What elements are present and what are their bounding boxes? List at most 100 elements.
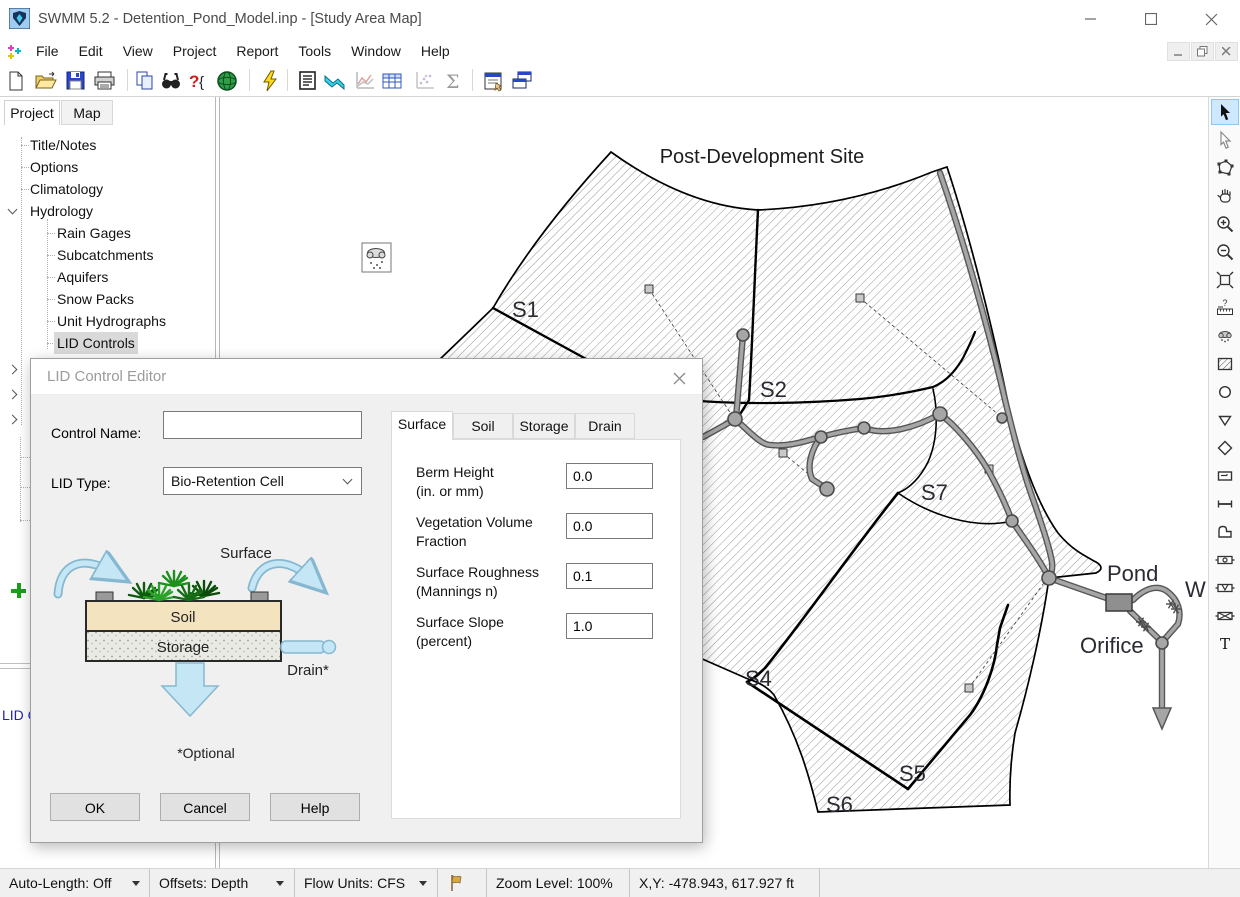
offsets-selector[interactable]: Offsets: Depth	[150, 869, 295, 897]
add-orifice-tool[interactable]	[1211, 547, 1239, 573]
tree-item-snow-packs[interactable]: Snow Packs	[57, 288, 134, 310]
report-button[interactable]	[294, 67, 321, 94]
swmm-app-icon	[9, 8, 30, 29]
new-file-button[interactable]	[2, 67, 29, 94]
tree-item-options[interactable]: Options	[30, 156, 78, 178]
run-simulation-button[interactable]	[256, 67, 283, 94]
copy-button[interactable]	[131, 67, 158, 94]
add-raingage-tool[interactable]	[1211, 323, 1239, 349]
flow-units-selector[interactable]: Flow Units: CFS	[295, 869, 438, 897]
minimize-button[interactable]	[1068, 0, 1114, 38]
find-button[interactable]	[157, 67, 184, 94]
table-button[interactable]	[378, 67, 405, 94]
query-button[interactable]: ? {	[184, 67, 211, 94]
surface-roughness-input[interactable]	[566, 563, 653, 589]
tree-item-title-notes[interactable]: Title/Notes	[30, 134, 96, 156]
select-object-tool[interactable]	[1211, 99, 1239, 125]
overview-flag-section[interactable]	[438, 869, 487, 897]
surface-slope-input[interactable]	[566, 613, 653, 639]
label-s7[interactable]: S7	[921, 480, 948, 505]
label-s6[interactable]: S6	[826, 792, 853, 817]
add-conduit-tool[interactable]	[1211, 491, 1239, 517]
lid-type-select[interactable]: Bio-Retention Cell	[163, 467, 362, 495]
label-s2[interactable]: S2	[760, 377, 787, 402]
select-vertex-tool[interactable]	[1211, 127, 1239, 153]
cascade-windows-button[interactable]	[509, 67, 536, 94]
options-button[interactable]	[481, 67, 508, 94]
cancel-button[interactable]: Cancel	[160, 793, 250, 821]
coordinates-indicator: X,Y: -478.943, 617.927 ft	[630, 869, 820, 897]
label-s5[interactable]: S5	[899, 761, 926, 786]
map-title-label[interactable]: Post-Development Site	[660, 146, 865, 168]
print-button[interactable]	[91, 67, 118, 94]
berm-height-input[interactable]	[566, 463, 653, 489]
menu-help[interactable]: Help	[411, 38, 460, 64]
tree-item-climatology[interactable]: Climatology	[30, 178, 103, 200]
expanded-chevron-icon[interactable]	[8, 205, 18, 215]
add-subcatchment-tool[interactable]	[1211, 351, 1239, 377]
menu-project[interactable]: Project	[163, 38, 227, 64]
tree-item-unit-hydrographs[interactable]: Unit Hydrographs	[57, 310, 166, 332]
collapsed-chevron-icon[interactable]	[8, 365, 18, 375]
tab-storage[interactable]: Storage	[513, 413, 575, 439]
tree-item-subcatchments[interactable]: Subcatchments	[57, 244, 154, 266]
dropdown-arrow-icon	[419, 881, 427, 886]
add-divider-tool[interactable]	[1211, 435, 1239, 461]
dialog-title-bar[interactable]: LID Control Editor	[31, 359, 702, 395]
mdi-restore-button[interactable]	[1191, 42, 1214, 61]
tree-item-lid-controls[interactable]: LID Controls	[54, 332, 138, 354]
pan-tool[interactable]	[1211, 183, 1239, 209]
zoom-out-tool[interactable]	[1211, 239, 1239, 265]
add-pump-tool[interactable]	[1211, 519, 1239, 545]
tab-soil[interactable]: Soil	[453, 413, 513, 439]
add-object-button[interactable]	[10, 582, 27, 599]
overview-map-button[interactable]	[213, 67, 240, 94]
label-s4[interactable]: S4	[745, 666, 772, 691]
menu-window[interactable]: Window	[341, 38, 411, 64]
full-extent-tool[interactable]	[1211, 267, 1239, 293]
add-weir-tool[interactable]	[1211, 575, 1239, 601]
open-file-button[interactable]	[32, 67, 59, 94]
collapsed-chevron-icon[interactable]	[8, 415, 18, 425]
menu-report[interactable]: Report	[226, 38, 288, 64]
label-orifice[interactable]: Orifice	[1080, 633, 1144, 658]
mdi-close-button[interactable]	[1215, 42, 1238, 61]
select-region-tool[interactable]	[1211, 155, 1239, 181]
maximize-button[interactable]	[1128, 0, 1174, 38]
measure-tool[interactable]: ?	[1211, 295, 1239, 321]
ok-button[interactable]: OK	[50, 793, 140, 821]
tab-surface[interactable]: Surface	[391, 411, 453, 440]
tree-item-rain-gages[interactable]: Rain Gages	[57, 222, 131, 244]
menu-tools[interactable]: Tools	[288, 38, 341, 64]
add-storage-tool[interactable]	[1211, 463, 1239, 489]
vegetation-volume-input[interactable]	[566, 513, 653, 539]
add-outlet-tool[interactable]	[1211, 603, 1239, 629]
tree-item-hydrology[interactable]: Hydrology	[30, 200, 93, 222]
menu-edit[interactable]: Edit	[69, 38, 113, 64]
label-weir-partial[interactable]: W	[1185, 577, 1206, 602]
dialog-close-button[interactable]	[668, 367, 690, 389]
profile-plot-button[interactable]	[321, 67, 348, 94]
tree-item-aquifers[interactable]: Aquifers	[57, 266, 108, 288]
label-pond[interactable]: Pond	[1107, 561, 1158, 586]
tab-drain[interactable]: Drain	[575, 413, 635, 439]
tab-map[interactable]: Map	[61, 100, 113, 125]
save-file-button[interactable]	[62, 67, 89, 94]
control-name-input[interactable]	[163, 411, 362, 439]
mdi-minimize-button[interactable]	[1167, 42, 1190, 61]
zoom-in-tool[interactable]	[1211, 211, 1239, 237]
close-button[interactable]	[1188, 0, 1234, 38]
add-label-tool[interactable]: T	[1211, 631, 1239, 657]
pond-storage-node[interactable]	[1106, 594, 1132, 611]
menu-file[interactable]: File	[26, 38, 69, 64]
auto-length-selector[interactable]: Auto-Length: Off	[0, 869, 150, 897]
help-button[interactable]: Help	[270, 793, 360, 821]
tab-project[interactable]: Project	[4, 100, 60, 125]
label-s1[interactable]: S1	[512, 297, 539, 322]
add-junction-tool[interactable]	[1211, 379, 1239, 405]
menu-view[interactable]: View	[113, 38, 163, 64]
rain-gage-symbol[interactable]	[362, 243, 391, 272]
collapsed-chevron-icon[interactable]	[8, 390, 18, 400]
add-outfall-tool[interactable]	[1211, 407, 1239, 433]
object-list-item-partial[interactable]: LID C	[2, 707, 30, 723]
